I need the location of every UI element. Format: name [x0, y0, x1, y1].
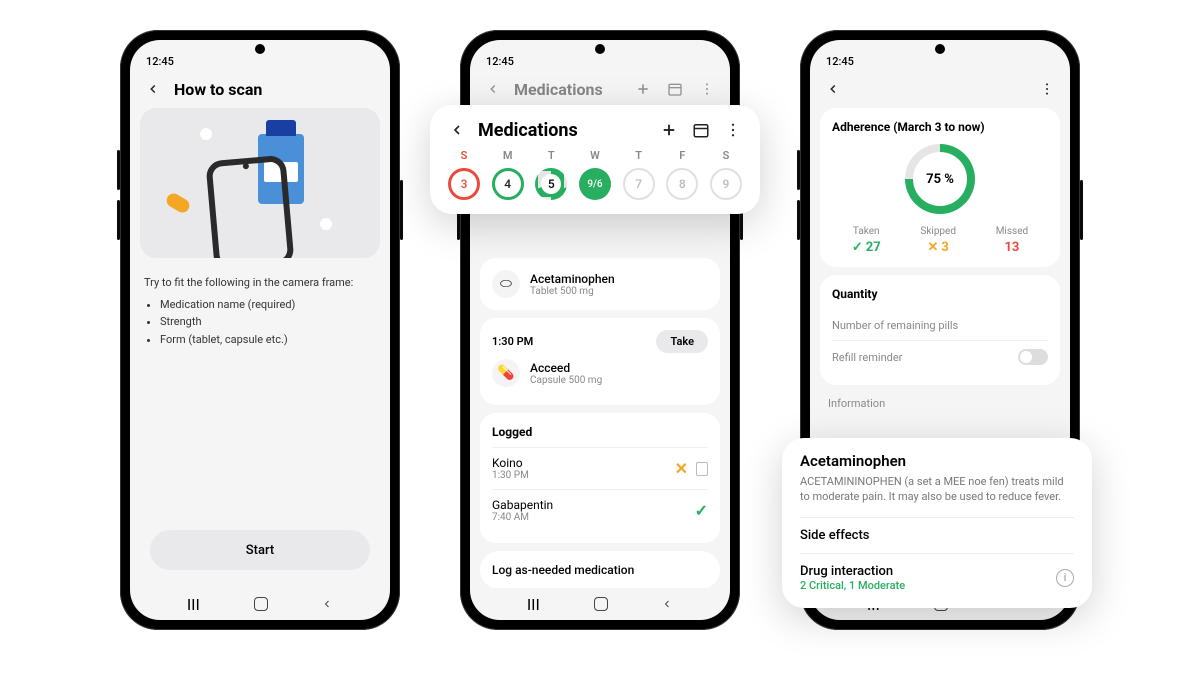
day-sat[interactable]: S9: [708, 149, 744, 200]
nav-back-icon[interactable]: [661, 595, 673, 614]
week-picker-overlay: Medications S3 M4 T5 W9/6 T7 F8 S9: [430, 105, 760, 214]
logged-row[interactable]: Gabapentin 7:40 AM ✓: [492, 489, 708, 531]
adherence-title: Adherence (March 3 to now): [832, 120, 1048, 134]
capsule-icon: 💊: [492, 359, 520, 387]
instr-lead: Try to fit the following in the camera f…: [144, 274, 376, 292]
tablet-icon: ⬭: [492, 270, 520, 298]
side-effects-row[interactable]: Side effects: [800, 517, 1074, 553]
stat-taken: Taken ✓27: [852, 226, 881, 255]
nav-recents-icon[interactable]: III: [187, 595, 200, 614]
refill-toggle[interactable]: [1018, 349, 1048, 365]
logged-row[interactable]: Koino 1:30 PM ✕: [492, 447, 708, 489]
refill-reminder-row: Refill reminder: [832, 340, 1048, 373]
drug-interaction-row[interactable]: Drug interaction 2 Critical, 1 Moderate …: [800, 553, 1074, 594]
logged-name: Koino: [492, 456, 529, 470]
status-time: 12:45: [826, 55, 854, 68]
med-name: Acetaminophen: [530, 272, 615, 286]
back-icon[interactable]: [142, 78, 164, 100]
stat-skipped: Skipped ✕3: [920, 226, 956, 255]
info-drug-name: Acetaminophen: [800, 452, 1074, 470]
time-slot-card: 1:30 PM Take 💊 Acceed Capsule 500 mg: [480, 318, 720, 405]
instr-item: Form (tablet, capsule etc.): [160, 331, 376, 349]
camera-hole: [595, 44, 605, 54]
back-icon[interactable]: [822, 78, 844, 100]
check-icon: ✓: [695, 501, 708, 520]
add-icon[interactable]: [632, 78, 654, 100]
drug-interaction-summary: 2 Critical, 1 Moderate: [800, 579, 905, 592]
logged-time: 7:40 AM: [492, 512, 553, 523]
slot-time: 1:30 PM: [492, 335, 533, 348]
camera-hole: [935, 44, 945, 54]
instr-item: Strength: [160, 313, 376, 331]
day-sun[interactable]: S3: [446, 149, 482, 200]
more-icon[interactable]: [722, 119, 744, 141]
nav-home-icon[interactable]: [594, 597, 608, 611]
more-icon[interactable]: [696, 78, 718, 100]
calendar-icon[interactable]: [690, 119, 712, 141]
back-icon[interactable]: [482, 78, 504, 100]
start-button[interactable]: Start: [150, 530, 370, 570]
day-tue[interactable]: T5: [533, 149, 569, 200]
log-as-needed-button[interactable]: Log as-needed medication: [480, 551, 720, 588]
med-card[interactable]: ⬭ Acetaminophen Tablet 500 mg: [480, 258, 720, 310]
adherence-pct: 75 %: [913, 152, 967, 206]
adherence-ring: 75 %: [905, 144, 975, 214]
quantity-title: Quantity: [832, 287, 1048, 301]
take-button[interactable]: Take: [656, 330, 708, 353]
page-title: Medications: [514, 80, 603, 99]
remaining-pills-row[interactable]: Number of remaining pills: [832, 311, 1048, 340]
info-icon[interactable]: i: [1056, 569, 1074, 587]
header: Medications: [470, 70, 730, 108]
camera-hole: [255, 44, 265, 54]
calendar-icon[interactable]: [664, 78, 686, 100]
header: [810, 70, 1070, 108]
page-title: How to scan: [174, 80, 262, 99]
day-mon[interactable]: M4: [490, 149, 526, 200]
x-icon: ✕: [928, 240, 939, 255]
skipped-icon: ✕: [675, 459, 688, 478]
logged-card: Logged Koino 1:30 PM ✕ Gabapentin 7:40 A…: [480, 413, 720, 543]
info-drug-desc: ACETAMININOPHEN (a set a MEE noe fen) tr…: [800, 474, 1074, 505]
stat-missed: Missed 13: [996, 226, 1028, 255]
back-icon[interactable]: [446, 119, 468, 141]
check-icon: ✓: [852, 240, 863, 255]
note-icon: [696, 462, 708, 476]
information-label: Information: [820, 393, 1060, 414]
quantity-card: Quantity Number of remaining pills Refil…: [820, 275, 1060, 385]
logged-time: 1:30 PM: [492, 470, 529, 481]
add-icon[interactable]: [658, 119, 680, 141]
med-sub: Tablet 500 mg: [530, 286, 615, 297]
med-name: Acceed: [530, 361, 602, 375]
drug-info-overlay: Acetaminophen ACETAMININOPHEN (a set a M…: [782, 438, 1092, 608]
day-thu[interactable]: T7: [621, 149, 657, 200]
status-time: 12:45: [146, 55, 174, 68]
instructions: Try to fit the following in the camera f…: [140, 274, 380, 348]
nav-bar: III: [470, 588, 730, 620]
nav-recents-icon[interactable]: III: [527, 595, 540, 614]
phone-how-to-scan: 12:45 How to scan Try to fit the followi…: [120, 30, 400, 630]
day-fri[interactable]: F8: [664, 149, 700, 200]
nav-back-icon[interactable]: [321, 595, 333, 614]
week-row: S3 M4 T5 W9/6 T7 F8 S9: [446, 149, 744, 200]
nav-bar: III: [130, 588, 390, 620]
logged-name: Gabapentin: [492, 498, 553, 512]
logged-title: Logged: [492, 425, 708, 439]
status-time: 12:45: [486, 55, 514, 68]
nav-home-icon[interactable]: [254, 597, 268, 611]
instr-item: Medication name (required): [160, 296, 376, 314]
day-wed[interactable]: W9/6: [577, 149, 613, 200]
header: How to scan: [130, 70, 390, 108]
overlay-title: Medications: [478, 120, 578, 141]
more-icon[interactable]: [1036, 78, 1058, 100]
scan-illustration: [140, 108, 380, 258]
adherence-card: Adherence (March 3 to now) 75 % Taken ✓2…: [820, 108, 1060, 267]
med-sub: Capsule 500 mg: [530, 375, 602, 386]
